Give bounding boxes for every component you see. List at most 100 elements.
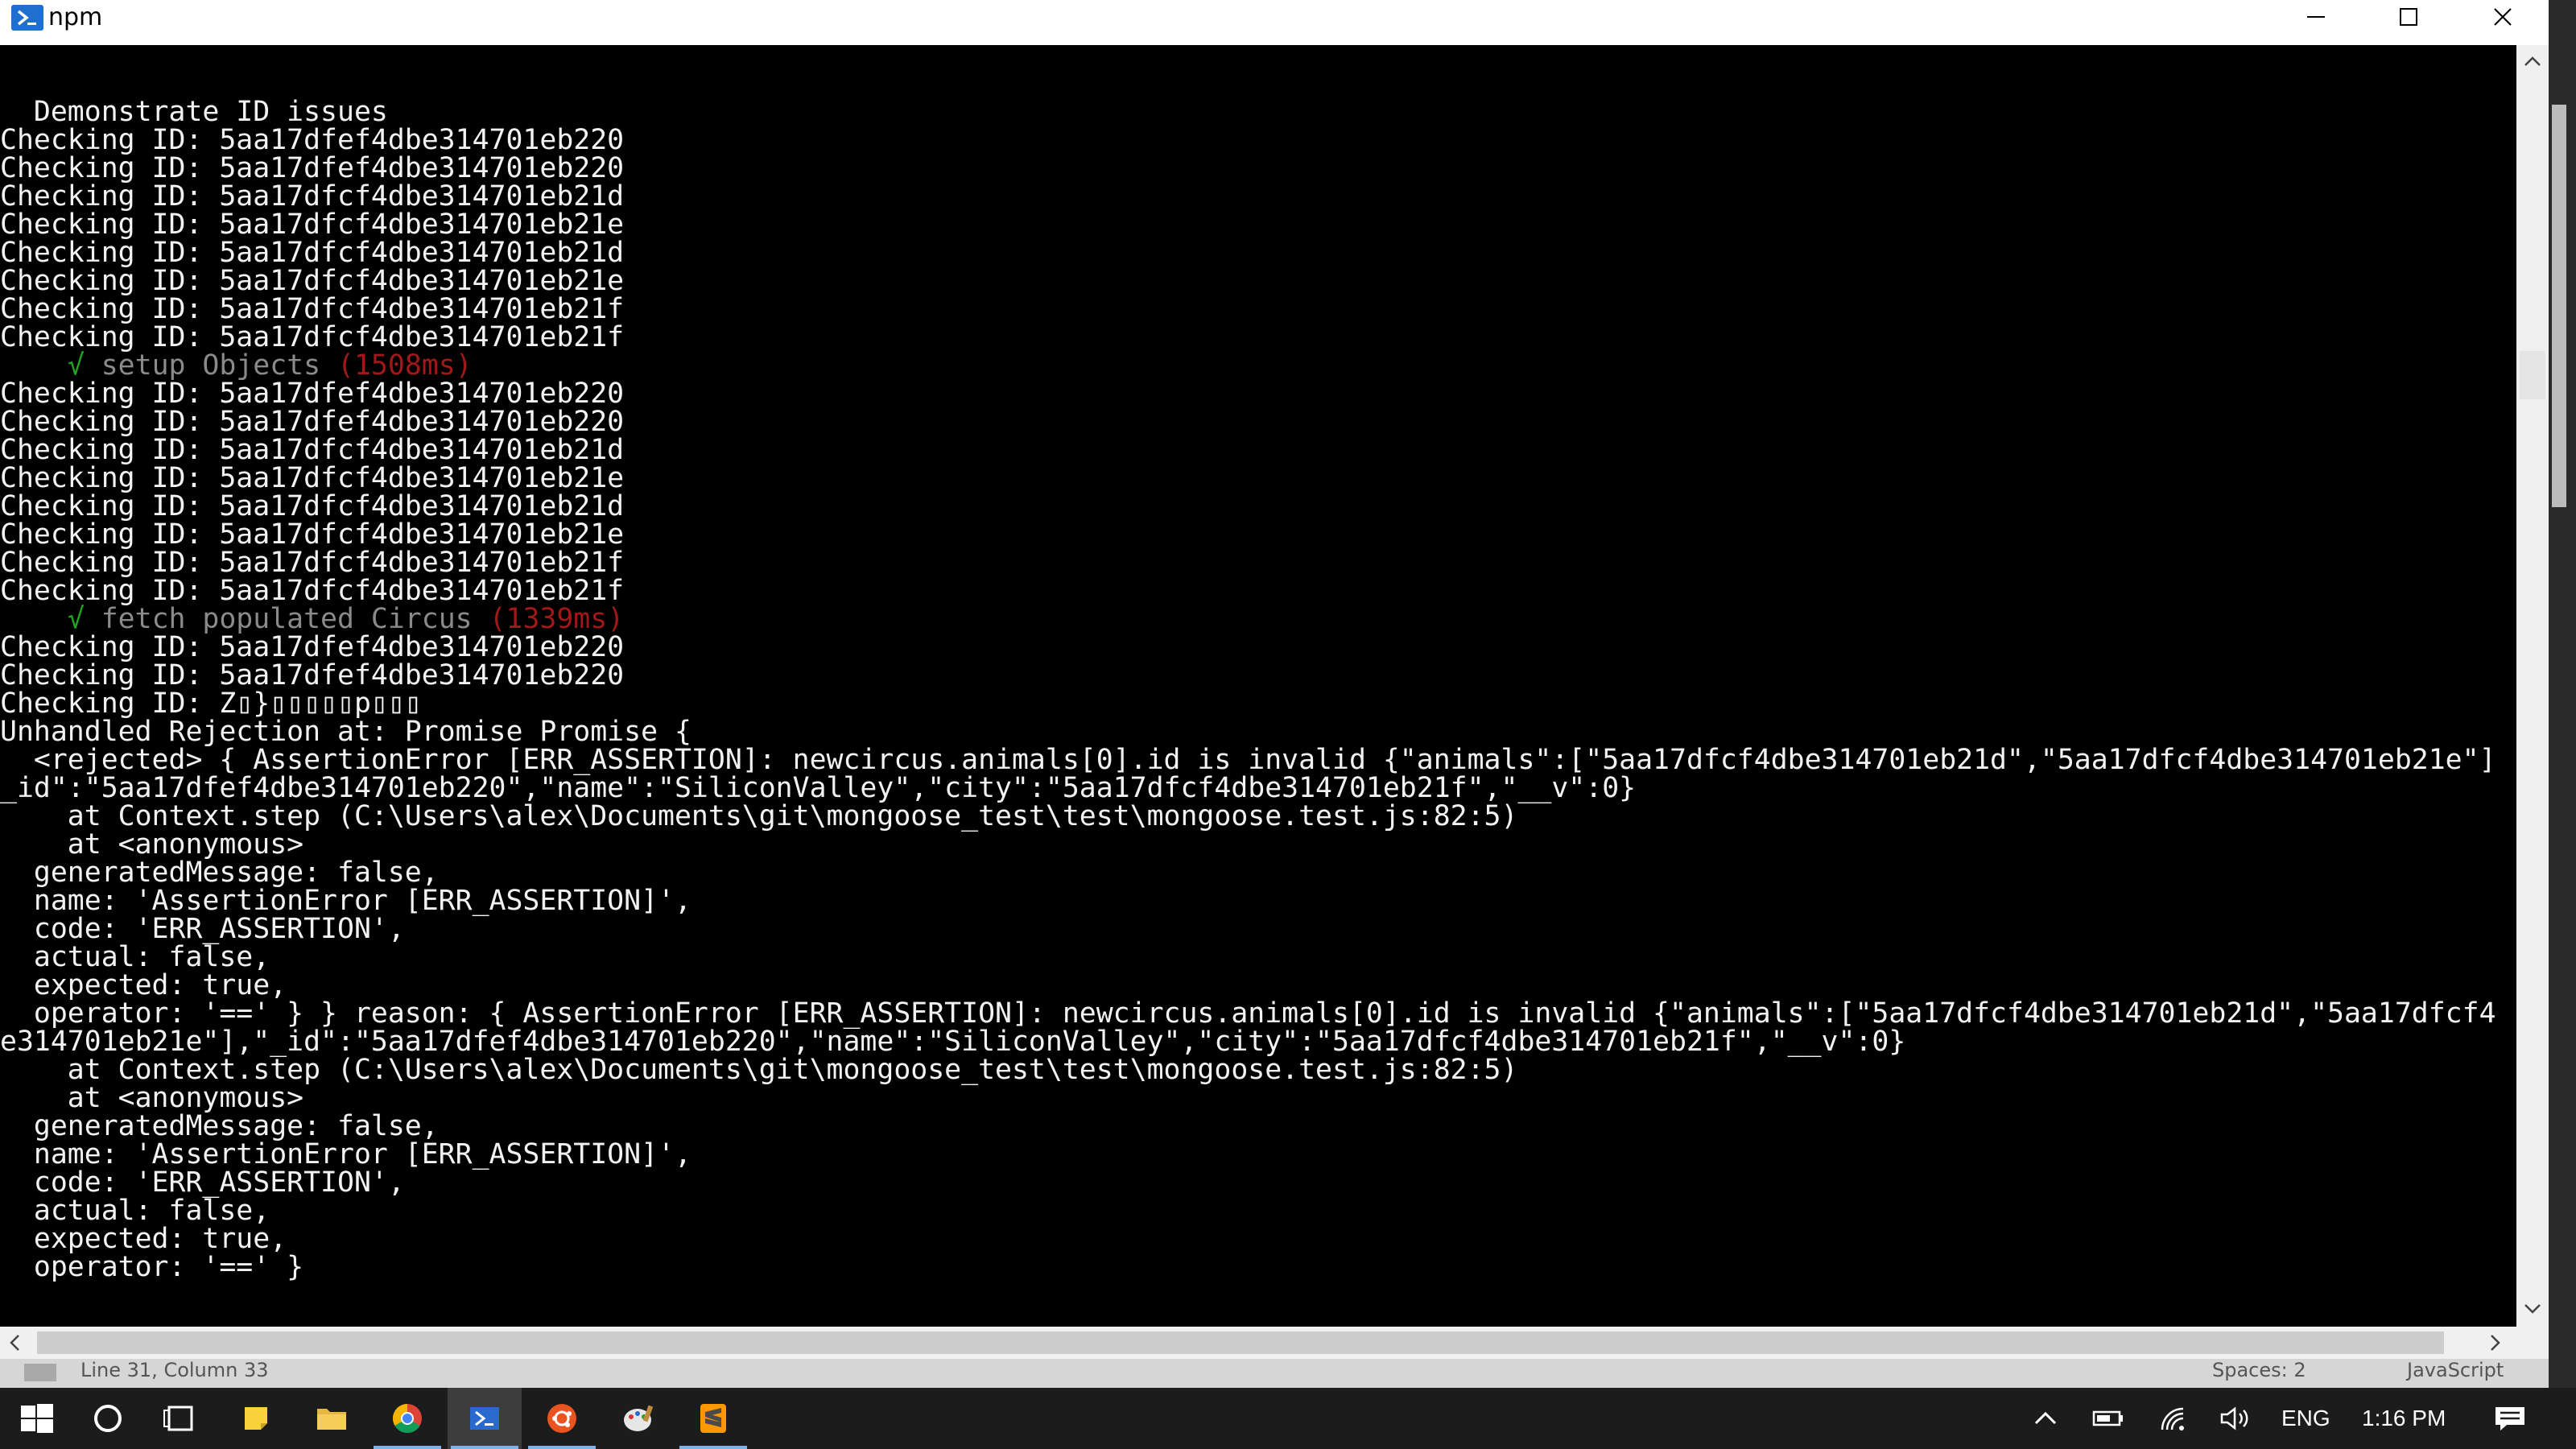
terminal-line: Checking ID: 5aa17dfcf4dbe314701eb21d [0,436,2496,464]
terminal-text: operator: '==' } } reason: { AssertionEr… [0,997,2496,1030]
show-hidden-icons-chevron-icon[interactable] [2032,1404,2059,1433]
scrollbar-thumb[interactable] [2520,351,2545,399]
terminal-line: Checking ID: Z▯}▯▯▯▯▯p▯▯▯ [0,690,2496,718]
terminal-text: setup Objects [84,349,338,382]
terminal-text: actual: false, [0,1195,270,1227]
terminal-text: Checking ID: 5aa17dfcf4dbe314701eb21f [0,321,625,353]
terminal-text: at Context.step (C:\Users\alex\Documents… [0,1054,1518,1086]
terminal-line: at Context.step (C:\Users\alex\Documents… [0,1056,2496,1084]
terminal-text: Checking ID: 5aa17dfcf4dbe314701eb21d [0,180,625,213]
action-center-notifications-icon[interactable] [2492,1404,2528,1433]
terminal-line: √ fetch populated Circus (1339ms) [0,605,2496,634]
sublime-text-icon [700,1404,726,1433]
close-button[interactable] [2457,0,2547,45]
terminal-text: fetch populated Circus [84,603,489,635]
terminal-text: expected: true, [0,969,287,1001]
terminal-text: code: 'ERR_ASSERTION', [0,913,405,945]
scrollbar-corner [2516,1327,2549,1359]
powershell-button[interactable] [448,1388,522,1449]
terminal-line: at <anonymous> [0,831,2496,859]
terminal-line: Checking ID: 5aa17dfef4dbe314701eb220 [0,634,2496,662]
terminal-line: name: 'AssertionError [ERR_ASSERTION]', [0,1141,2496,1169]
scroll-up-icon[interactable] [2523,53,2542,69]
horizontal-scrollbar-thumb[interactable] [37,1331,2444,1354]
terminal-text: Checking ID: 5aa17dfef4dbe314701eb220 [0,631,625,663]
scroll-left-icon[interactable] [6,1333,23,1352]
terminal-text: Checking ID: 5aa17dfcf4dbe314701eb21f [0,575,625,607]
terminal-line: expected: true, [0,1225,2496,1253]
sticky-notes-button[interactable] [219,1388,293,1449]
terminal-text: operator: '==' } [0,1251,304,1283]
background-scrollbar [2552,105,2566,507]
cursor-position[interactable]: Line 31, Column 33 [80,1359,269,1381]
file-explorer-button[interactable] [295,1388,369,1449]
terminal-text: Checking ID: 5aa17dfcf4dbe314701eb21e [0,265,625,297]
scroll-down-icon[interactable] [2523,1301,2542,1317]
terminal-text: Checking ID: 5aa17dfcf4dbe314701eb21d [0,434,625,466]
terminal-text: Checking ID: 5aa17dfcf4dbe314701eb21f [0,293,625,325]
terminal-line: at Context.step (C:\Users\alex\Documents… [0,803,2496,831]
terminal-text: at Context.step (C:\Users\alex\Documents… [0,800,1518,832]
terminal-line: Checking ID: 5aa17dfcf4dbe314701eb21f [0,577,2496,605]
terminal-line: Checking ID: 5aa17dfef4dbe314701eb220 [0,380,2496,408]
scroll-right-icon[interactable] [2487,1333,2504,1352]
terminal-text: _id":"5aa17dfef4dbe314701eb220","name":"… [0,772,1637,804]
terminal-line: Checking ID: 5aa17dfef4dbe314701eb220 [0,126,2496,155]
volume-icon[interactable] [2219,1404,2254,1433]
terminal-line: actual: false, [0,943,2496,972]
terminal-text: Checking ID: 5aa17dfef4dbe314701eb220 [0,659,625,691]
terminal-text: √ [67,349,85,382]
powershell-icon [470,1407,499,1430]
terminal-line: expected: true, [0,972,2496,1000]
battery-icon[interactable] [2091,1404,2127,1433]
terminal-text: Checking ID: 5aa17dfcf4dbe314701eb21e [0,462,625,494]
horizontal-scrollbar[interactable] [0,1327,2516,1359]
panel-icon [24,1364,56,1381]
language-mode[interactable]: JavaScript [2407,1359,2504,1381]
taskbar: ENG 1:16 PM [0,1388,2576,1449]
minimize-button[interactable] [2270,0,2360,45]
terminal-text: at <anonymous> [0,828,304,861]
terminal-line: Demonstrate ID issues [0,98,2496,126]
ubuntu-button[interactable] [525,1388,599,1449]
terminal-line: Checking ID: 5aa17dfcf4dbe314701eb21e [0,464,2496,493]
chrome-button[interactable] [370,1388,444,1449]
terminal-text: e314701eb21e"],"_id":"5aa17dfef4dbe31470… [0,1026,1906,1058]
sublime-button[interactable] [676,1388,750,1449]
terminal-text: <rejected> { AssertionError [ERR_ASSERTI… [0,744,2496,776]
terminal-text: Checking ID: 5aa17dfcf4dbe314701eb21f [0,547,625,579]
wifi-icon[interactable] [2157,1404,2193,1433]
indentation-setting[interactable]: Spaces: 2 [2212,1359,2306,1381]
terminal-line: generatedMessage: false, [0,859,2496,887]
terminal-line: code: 'ERR_ASSERTION', [0,1169,2496,1197]
terminal-text: Demonstrate ID issues [0,96,388,128]
terminal-text: Checking ID: 5aa17dfcf4dbe314701eb21d [0,490,625,522]
terminal-text: generatedMessage: false, [0,857,439,889]
terminal-line: operator: '==' } } reason: { AssertionEr… [0,1000,2496,1028]
terminal-line: Checking ID: 5aa17dfef4dbe314701eb220 [0,408,2496,436]
paint-icon [624,1405,654,1431]
task-view-button[interactable] [143,1388,217,1449]
search-button[interactable] [71,1388,145,1449]
start-button[interactable] [0,1388,74,1449]
terminal-line: Checking ID: 5aa17dfcf4dbe314701eb21d [0,239,2496,267]
terminal-text: Checking ID: 5aa17dfef4dbe314701eb220 [0,152,625,184]
input-language-indicator[interactable]: ENG [2281,1388,2330,1449]
clock[interactable]: 1:16 PM [2362,1388,2446,1449]
terminal-line: Checking ID: 5aa17dfcf4dbe314701eb21d [0,183,2496,211]
vertical-scrollbar[interactable] [2516,45,2549,1327]
terminal-text: (1508ms) [337,349,473,382]
terminal-line: name: 'AssertionError [ERR_ASSERTION]', [0,887,2496,915]
running-indicator [374,1446,441,1449]
background-window-edge [2549,0,2576,1388]
sticky-notes-icon [245,1407,267,1430]
editor-status-bar: Line 31, Column 33 Spaces: 2 JavaScript [0,1359,2549,1388]
terminal-text: Checking ID: Z▯}▯▯▯▯▯p▯▯▯ [0,687,422,720]
paint-button[interactable] [602,1388,676,1449]
terminal-output[interactable]: Demonstrate ID issues Checking ID: 5aa17d… [0,45,2516,1327]
terminal-line: _id":"5aa17dfef4dbe314701eb220","name":"… [0,774,2496,803]
cortana-circle-icon [94,1405,122,1432]
terminal-text: Checking ID: 5aa17dfef4dbe314701eb220 [0,124,625,156]
maximize-button[interactable] [2363,0,2453,45]
